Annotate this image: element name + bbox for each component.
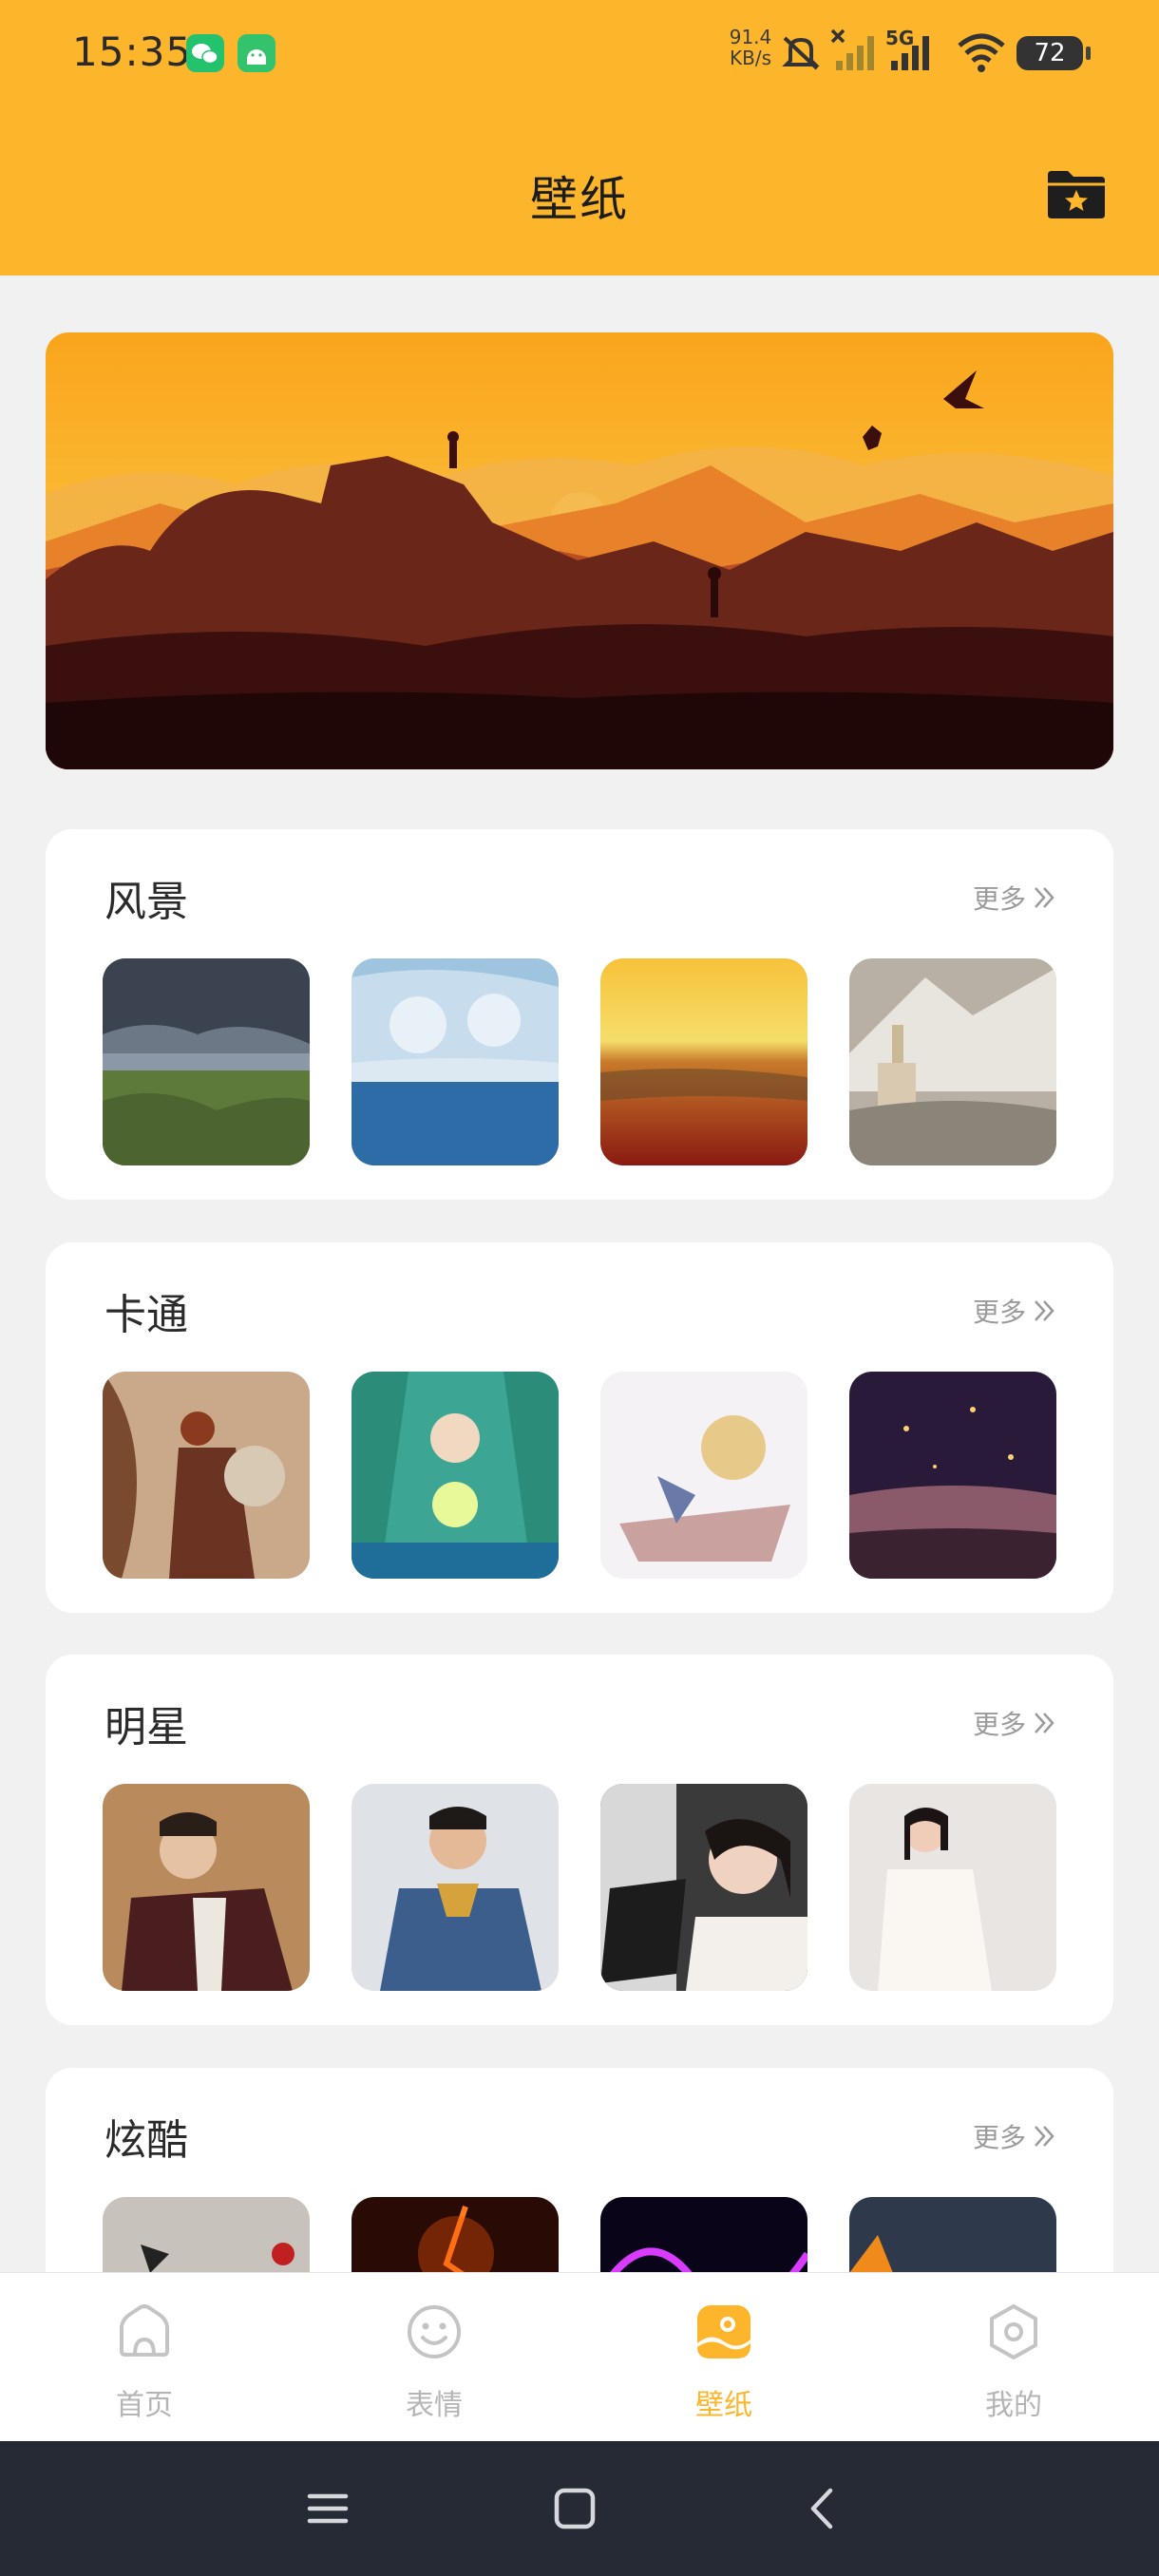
- double-chevron-right-icon: [1035, 1300, 1054, 1321]
- more-button[interactable]: 更多: [973, 1704, 1058, 1742]
- wallpaper-thumbnail[interactable]: [103, 958, 310, 1165]
- nav-item-wallpaper[interactable]: 壁纸: [629, 2273, 819, 2442]
- featured-banner[interactable]: [46, 332, 1113, 769]
- section-title: 明星: [104, 1703, 188, 1752]
- battery-indicator: 72: [1016, 36, 1091, 70]
- network-speed-value: 91.4: [729, 26, 772, 48]
- top-bar: 15:35 91.4 KB/s 5G 72 壁纸: [0, 0, 1159, 275]
- menu-icon[interactable]: [304, 2485, 352, 2532]
- wallpaper-thumbnail[interactable]: [600, 958, 808, 1165]
- wallpaper-thumbnail[interactable]: [849, 1372, 1056, 1579]
- back-icon[interactable]: [800, 2485, 847, 2532]
- nav-item-mine[interactable]: 我的: [919, 2273, 1109, 2442]
- nav-label: 表情: [406, 2389, 463, 2422]
- nav-item-emoji[interactable]: 表情: [339, 2273, 529, 2442]
- more-button[interactable]: 更多: [973, 879, 1058, 917]
- home-square-icon[interactable]: [551, 2485, 598, 2532]
- more-label: 更多: [972, 1709, 1026, 1740]
- wallpaper-thumbnail[interactable]: [103, 1784, 310, 1991]
- section-celebrity: 明星 更多: [46, 1655, 1113, 2025]
- wechat-icon: [186, 34, 224, 72]
- section-title: 炫酷: [104, 2116, 188, 2165]
- status-time: 15:35: [72, 28, 193, 75]
- wallpaper-thumbnail[interactable]: [849, 1784, 1056, 1991]
- wallpaper-thumbnail[interactable]: [600, 1784, 808, 1991]
- status-bar: 15:35 91.4 KB/s 5G 72: [0, 0, 1159, 106]
- bottom-navigation: 首页 表情 壁纸 我的: [0, 2272, 1159, 2441]
- folder-star-icon[interactable]: [1045, 167, 1108, 222]
- network-speed-unit: KB/s: [730, 47, 771, 69]
- thumbnail-row: [103, 1784, 1056, 1991]
- network-speed: 91.4 KB/s: [722, 27, 779, 68]
- system-navigation-bar: [0, 2441, 1159, 2576]
- smiley-icon: [408, 2305, 461, 2358]
- battery-level: 72: [1034, 39, 1066, 67]
- double-chevron-right-icon: [1035, 887, 1054, 908]
- double-chevron-right-icon: [1035, 2126, 1054, 2147]
- wallpaper-thumbnail[interactable]: [352, 1372, 559, 1579]
- more-label: 更多: [972, 1297, 1026, 1328]
- wifi-icon: [958, 33, 1005, 72]
- more-button[interactable]: 更多: [973, 1292, 1058, 1330]
- section-landscape: 风景 更多: [46, 829, 1113, 1200]
- sim1-no-signal-icon: [830, 28, 874, 70]
- android-icon: [238, 34, 276, 72]
- page-title: 壁纸: [530, 172, 629, 227]
- nav-label: 壁纸: [695, 2389, 752, 2422]
- wallpaper-page: 15:35 91.4 KB/s 5G 72 壁纸 风景 更多 卡通 更多 明星 …: [0, 0, 1159, 2576]
- section-cartoon: 卡通 更多: [46, 1242, 1113, 1613]
- thumbnail-row: [103, 958, 1056, 1165]
- more-button[interactable]: 更多: [973, 2117, 1058, 2155]
- wallpaper-thumbnail[interactable]: [352, 1784, 559, 1991]
- section-title: 卡通: [104, 1291, 188, 1339]
- double-chevron-right-icon: [1035, 1713, 1054, 1733]
- wallpaper-thumbnail[interactable]: [849, 958, 1056, 1165]
- wallpaper-thumbnail[interactable]: [103, 1372, 310, 1579]
- nav-label: 我的: [985, 2389, 1042, 2422]
- thumbnail-row: [103, 1372, 1056, 1579]
- more-label: 更多: [972, 883, 1026, 915]
- nav-label: 首页: [116, 2389, 173, 2422]
- section-title: 风景: [104, 878, 188, 926]
- wallpaper-icon: [697, 2305, 750, 2358]
- wallpaper-thumbnail[interactable]: [352, 958, 559, 1165]
- mute-icon: [782, 36, 820, 70]
- wallpaper-thumbnail[interactable]: [600, 1372, 808, 1579]
- home-icon: [120, 2304, 169, 2357]
- nav-item-home[interactable]: 首页: [49, 2273, 239, 2442]
- hexagon-profile-icon: [990, 2304, 1037, 2359]
- network-type-label: 5G: [885, 27, 915, 49]
- more-label: 更多: [972, 2122, 1026, 2153]
